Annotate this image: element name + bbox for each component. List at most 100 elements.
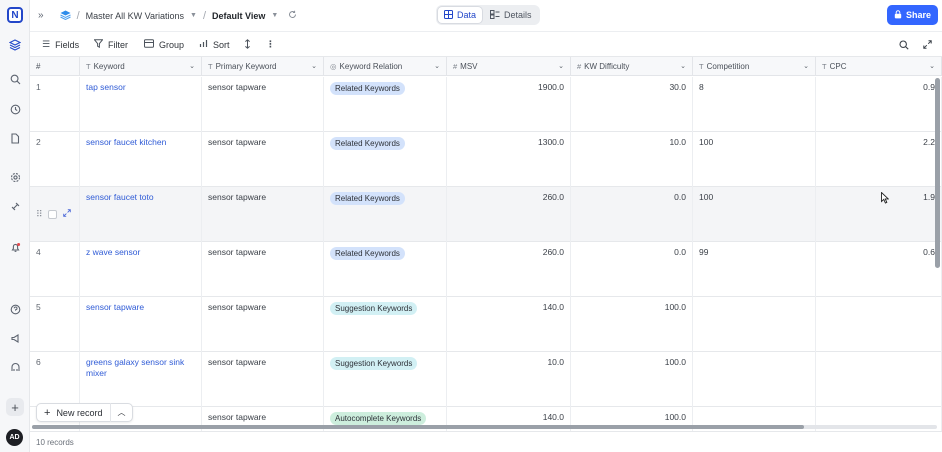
cell-cpc[interactable]: 0.6 xyxy=(816,242,942,297)
view-name[interactable]: Default View xyxy=(212,11,265,21)
chevron-down-icon[interactable]: ⌄ xyxy=(189,62,195,70)
cell-primary-keyword[interactable]: sensor tapware xyxy=(202,77,324,132)
cell-keyword-relation[interactable]: Suggestion Keywords xyxy=(324,352,447,407)
table-row[interactable]: 2 sensor faucet kitchen sensor tapware Rela… xyxy=(30,132,942,187)
cell-msv[interactable]: 1300.0 xyxy=(447,132,571,187)
chevron-down-icon[interactable]: ⌄ xyxy=(680,62,686,70)
bases-icon[interactable] xyxy=(6,36,24,54)
cell-competition[interactable]: 8 xyxy=(693,77,816,132)
cell-kw-difficulty[interactable]: 100.0 xyxy=(571,297,693,352)
cell-keyword[interactable]: sensor faucet kitchen xyxy=(80,132,202,187)
cell-keyword-relation[interactable]: Related Keywords xyxy=(324,132,447,187)
cell-cpc[interactable]: 2.2 xyxy=(816,132,942,187)
cell-keyword[interactable]: z wave sensor xyxy=(80,242,202,297)
header-cpc[interactable]: T CPC ⌄ xyxy=(816,57,942,76)
cell-kw-difficulty[interactable]: 0.0 xyxy=(571,187,693,242)
more-options-button[interactable]: ⋮ xyxy=(266,32,275,57)
group-button[interactable]: Group xyxy=(144,32,184,57)
chevron-down-icon[interactable]: ▼ xyxy=(190,12,197,19)
cell-keyword[interactable]: sensor tapware xyxy=(80,297,202,352)
expand-row-icon[interactable] xyxy=(62,209,71,220)
table-row[interactable]: ⠿ sensor faucet toto sensor tapware Related… xyxy=(30,187,942,242)
chevron-down-icon[interactable]: ▼ xyxy=(271,12,278,19)
tab-data[interactable]: Data xyxy=(438,7,483,23)
cell-keyword-relation[interactable]: Related Keywords xyxy=(324,77,447,132)
cell-msv[interactable]: 260.0 xyxy=(447,242,571,297)
search-icon[interactable] xyxy=(6,70,24,88)
vertical-scrollbar[interactable] xyxy=(935,78,940,268)
tab-details[interactable]: Details xyxy=(484,7,538,23)
cell-primary-keyword[interactable]: sensor tapware xyxy=(202,352,324,407)
cell-kw-difficulty[interactable]: 0.0 xyxy=(571,242,693,297)
chevron-down-icon[interactable]: ⌄ xyxy=(803,62,809,70)
community-icon[interactable] xyxy=(6,358,24,376)
cell-msv[interactable]: 140.0 xyxy=(447,297,571,352)
cell-cpc[interactable] xyxy=(816,297,942,352)
cell-cpc[interactable] xyxy=(816,352,942,407)
cell-keyword-relation[interactable]: Related Keywords xyxy=(324,242,447,297)
table-row[interactable]: 1 tap sensor sensor tapware Related Keyword… xyxy=(30,77,942,132)
header-keyword[interactable]: T Keyword ⌄ xyxy=(80,57,202,76)
user-avatar[interactable]: AD xyxy=(6,429,23,446)
notifications-bell-icon[interactable] xyxy=(6,238,24,256)
cell-primary-keyword[interactable]: sensor tapware xyxy=(202,187,324,242)
chevron-down-icon[interactable]: ⌄ xyxy=(929,62,935,70)
row-height-button[interactable] xyxy=(244,32,251,57)
search-records-icon[interactable] xyxy=(895,32,913,57)
cell-keyword[interactable]: sensor faucet toto xyxy=(80,187,202,242)
cell-keyword[interactable]: tap sensor xyxy=(80,77,202,132)
settings-gear-icon[interactable] xyxy=(6,168,24,186)
header-keyword-relation[interactable]: ◎ Keyword Relation ⌄ xyxy=(324,57,447,76)
chevron-down-icon[interactable]: ⌄ xyxy=(558,62,564,70)
fields-button[interactable]: ☰ Fields xyxy=(42,32,79,57)
announcements-icon[interactable] xyxy=(6,329,24,347)
cell-cpc[interactable]: 0.9 xyxy=(816,77,942,132)
sort-button[interactable]: Sort xyxy=(199,32,230,57)
new-record-button[interactable]: + New record ︿ xyxy=(36,403,134,422)
cell-primary-keyword[interactable]: sensor tapware xyxy=(202,132,324,187)
header-kw-difficulty[interactable]: # KW Difficulty ⌄ xyxy=(571,57,693,76)
header-msv[interactable]: # MSV ⌄ xyxy=(447,57,571,76)
collapse-sidebar-icon[interactable]: » xyxy=(38,10,44,21)
expand-fullscreen-icon[interactable] xyxy=(918,32,936,57)
cell-msv[interactable]: 260.0 xyxy=(447,187,571,242)
cell-cpc[interactable]: 1.9 xyxy=(816,187,942,242)
share-label: Share xyxy=(905,10,931,20)
cell-competition[interactable]: 100 xyxy=(693,187,816,242)
header-competition[interactable]: T Competition ⌄ xyxy=(693,57,816,76)
cell-competition[interactable]: 99 xyxy=(693,242,816,297)
app-logo[interactable]: N xyxy=(7,7,23,23)
cell-kw-difficulty[interactable]: 10.0 xyxy=(571,132,693,187)
help-icon[interactable] xyxy=(6,300,24,318)
cell-keyword[interactable]: greens galaxy sensor sink mixer xyxy=(80,352,202,407)
chevron-down-icon[interactable]: ⌄ xyxy=(311,62,317,70)
integrations-icon[interactable] xyxy=(6,197,24,215)
cell-competition[interactable] xyxy=(693,352,816,407)
add-base-button[interactable]: + xyxy=(6,398,24,416)
cell-kw-difficulty[interactable]: 100.0 xyxy=(571,352,693,407)
cell-keyword-relation[interactable]: Related Keywords xyxy=(324,187,447,242)
cell-msv[interactable]: 10.0 xyxy=(447,352,571,407)
cell-msv[interactable]: 1900.0 xyxy=(447,77,571,132)
reload-icon[interactable] xyxy=(288,10,297,21)
cell-kw-difficulty[interactable]: 30.0 xyxy=(571,77,693,132)
cell-competition[interactable]: 100 xyxy=(693,132,816,187)
horizontal-scrollbar[interactable] xyxy=(32,425,804,429)
cell-primary-keyword[interactable]: sensor tapware xyxy=(202,297,324,352)
table-row[interactable]: 4z wave sensor sensor tapware Related Keyw… xyxy=(30,242,942,297)
table-row[interactable]: 6 greens galaxy sensor sink mixer sensor t… xyxy=(30,352,942,407)
base-name[interactable]: Master All KW Variations xyxy=(86,11,184,21)
row-checkbox[interactable] xyxy=(47,210,57,219)
cell-primary-keyword[interactable]: sensor tapware xyxy=(202,242,324,297)
header-primary-keyword[interactable]: T Primary Keyword ⌄ xyxy=(202,57,324,76)
chevron-up-icon[interactable]: ︿ xyxy=(117,407,125,418)
chevron-down-icon[interactable]: ⌄ xyxy=(434,62,440,70)
cell-competition[interactable] xyxy=(693,297,816,352)
recent-clock-icon[interactable] xyxy=(6,100,24,118)
cell-keyword-relation[interactable]: Suggestion Keywords xyxy=(324,297,447,352)
drag-handle-icon[interactable]: ⠿ xyxy=(36,209,43,220)
table-row[interactable]: 5 sensor tapware sensor tapware Suggestion … xyxy=(30,297,942,352)
filter-button[interactable]: Filter xyxy=(93,32,128,57)
share-button[interactable]: Share xyxy=(886,5,938,25)
document-icon[interactable] xyxy=(6,129,24,147)
